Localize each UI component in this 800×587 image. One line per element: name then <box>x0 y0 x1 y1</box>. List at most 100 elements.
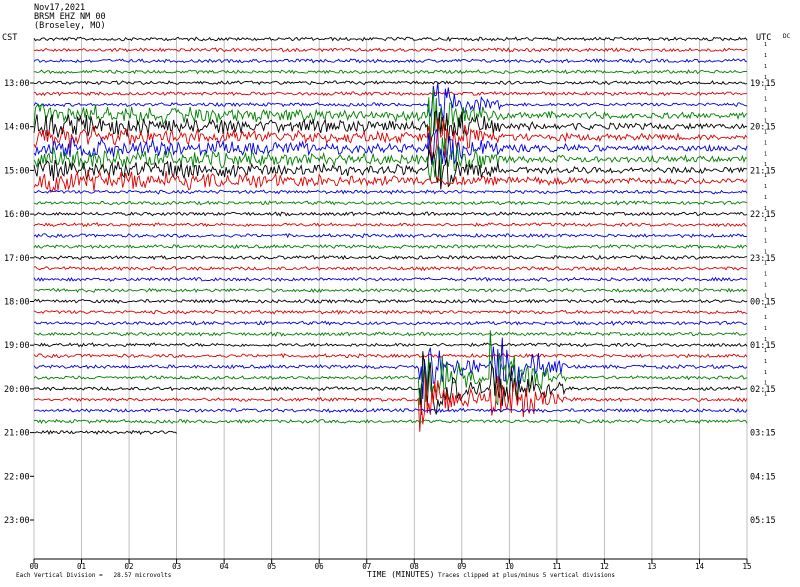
seismic-trace <box>33 232 748 239</box>
right-row-mark: 1 <box>764 129 767 135</box>
x-tick-label: 15 <box>742 562 751 571</box>
right-hour-label: 01:15 <box>750 341 776 351</box>
right-hour-label: 22:15 <box>750 210 776 220</box>
left-hour-label: 13:00 <box>4 79 30 89</box>
seismic-trace <box>33 169 748 193</box>
right-hour-label: 00:15 <box>750 298 776 308</box>
seismic-trace <box>33 407 748 414</box>
x-tick-label: 02 <box>125 562 134 571</box>
left-hour-label: 16:00 <box>4 210 30 220</box>
seismic-trace <box>33 266 748 272</box>
right-hour-label: 21:15 <box>750 166 776 176</box>
seismic-trace <box>33 320 748 326</box>
x-tick-label: 03 <box>172 562 181 571</box>
x-tick-label: 01 <box>77 562 86 571</box>
right-row-mark: 1 <box>764 173 767 179</box>
right-row-mark: 1 <box>764 118 767 124</box>
right-row-mark: 1 <box>764 348 767 354</box>
seismic-trace <box>33 331 748 337</box>
seismic-trace <box>33 200 748 206</box>
traces <box>33 36 748 436</box>
seismic-trace <box>33 352 748 359</box>
right-row-mark: 1 <box>764 86 767 92</box>
x-tick-label: 05 <box>267 562 276 571</box>
right-row-mark: 1 <box>764 97 767 103</box>
right-row-mark: 1 <box>764 42 767 48</box>
seismic-trace <box>33 90 748 97</box>
x-tick-label: 10 <box>505 562 515 571</box>
seismic-trace <box>34 80 748 86</box>
seismic-trace <box>33 36 748 42</box>
x-tick-label: 12 <box>600 562 609 571</box>
right-row-mark: 1 <box>764 370 767 376</box>
right-row-mark: 1 <box>764 184 767 190</box>
x-tick-label: 00 <box>29 562 39 571</box>
x-tick-label: 14 <box>695 562 705 571</box>
right-row-mark: 1 <box>764 228 767 234</box>
seismic-trace <box>33 69 748 75</box>
right-row-mark: 1 <box>764 239 767 245</box>
left-hour-label: 15:00 <box>4 166 30 176</box>
right-hour-label: 03:15 <box>750 429 776 439</box>
right-row-mark: 1 <box>764 151 767 157</box>
right-hour-label: 05:15 <box>750 516 776 526</box>
x-tick-label: 04 <box>220 562 230 571</box>
right-row-mark: 1 <box>764 53 767 59</box>
seismic-trace <box>33 298 748 304</box>
x-tick-label: 06 <box>315 562 325 571</box>
right-row-mark: 1 <box>764 282 767 288</box>
x-axis-title: TIME (MINUTES) <box>367 570 435 579</box>
scale-note: Each Vertical Division = 28.57 microvolt… <box>16 572 172 579</box>
seismic-trace <box>33 276 748 282</box>
seismic-trace <box>33 342 748 348</box>
right-row-mark: 1 <box>764 195 767 201</box>
right-row-mark: 1 <box>764 293 767 299</box>
clip-note: Traces clipped at plus/minus 5 vertical … <box>438 572 616 579</box>
right-hour-label: 02:15 <box>750 385 776 395</box>
seismic-trace <box>33 351 748 416</box>
left-hour-label: 23:00 <box>4 516 30 526</box>
seismic-trace <box>33 243 748 250</box>
right-hour-label: 04:15 <box>750 472 776 482</box>
left-hour-label: 20:00 <box>4 385 30 395</box>
seismic-trace <box>33 429 177 436</box>
right-row-mark: 1 <box>764 250 767 256</box>
right-row-mark: 1 <box>764 217 767 223</box>
seismic-trace <box>33 57 748 64</box>
helicorder-plot: 00 01 02 03 04 05 06 07 08 09 10 11 12 13 14 1513:0014:… <box>4 36 776 571</box>
left-hour-label: 18:00 <box>4 298 30 308</box>
seismic-trace <box>33 309 748 315</box>
right-row-mark: 1 <box>764 304 767 310</box>
x-tick-label: 13 <box>647 562 656 571</box>
seismic-trace <box>33 47 748 53</box>
right-row-mark: 1 <box>764 64 767 70</box>
seismic-trace <box>33 222 748 228</box>
seismic-trace <box>33 189 748 195</box>
right-row-mark: 1 <box>764 162 767 168</box>
right-row-mark: 1 <box>764 140 767 146</box>
right-row-mark: 1 <box>764 206 767 212</box>
left-hour-label: 14:00 <box>4 123 30 133</box>
x-tick-label: 09 <box>457 562 466 571</box>
left-hour-label: 22:00 <box>4 472 30 482</box>
left-hour-label: 19:00 <box>4 341 30 351</box>
right-row-mark: 1 <box>764 326 767 332</box>
x-tick-label: 11 <box>552 562 561 571</box>
right-row-mark: 1 <box>764 75 767 81</box>
right-hour-label: 20:15 <box>750 123 776 133</box>
right-hour-label: 19:15 <box>750 79 776 89</box>
right-row-mark: 1 <box>764 315 767 321</box>
seismic-trace <box>33 287 748 293</box>
seismic-trace <box>33 254 748 261</box>
seismic-trace <box>33 375 748 432</box>
right-row-mark: 1 <box>764 392 767 398</box>
right-hour-label: 23:15 <box>750 254 776 264</box>
seismic-trace <box>34 211 748 217</box>
left-hour-label: 17:00 <box>4 254 30 264</box>
seismic-trace <box>33 418 748 424</box>
right-row-mark: 1 <box>764 337 767 343</box>
right-row-mark: 1 <box>764 108 767 114</box>
right-row-mark: 1 <box>764 261 767 267</box>
seismic-trace <box>33 88 748 147</box>
right-row-mark: 1 <box>764 381 767 387</box>
